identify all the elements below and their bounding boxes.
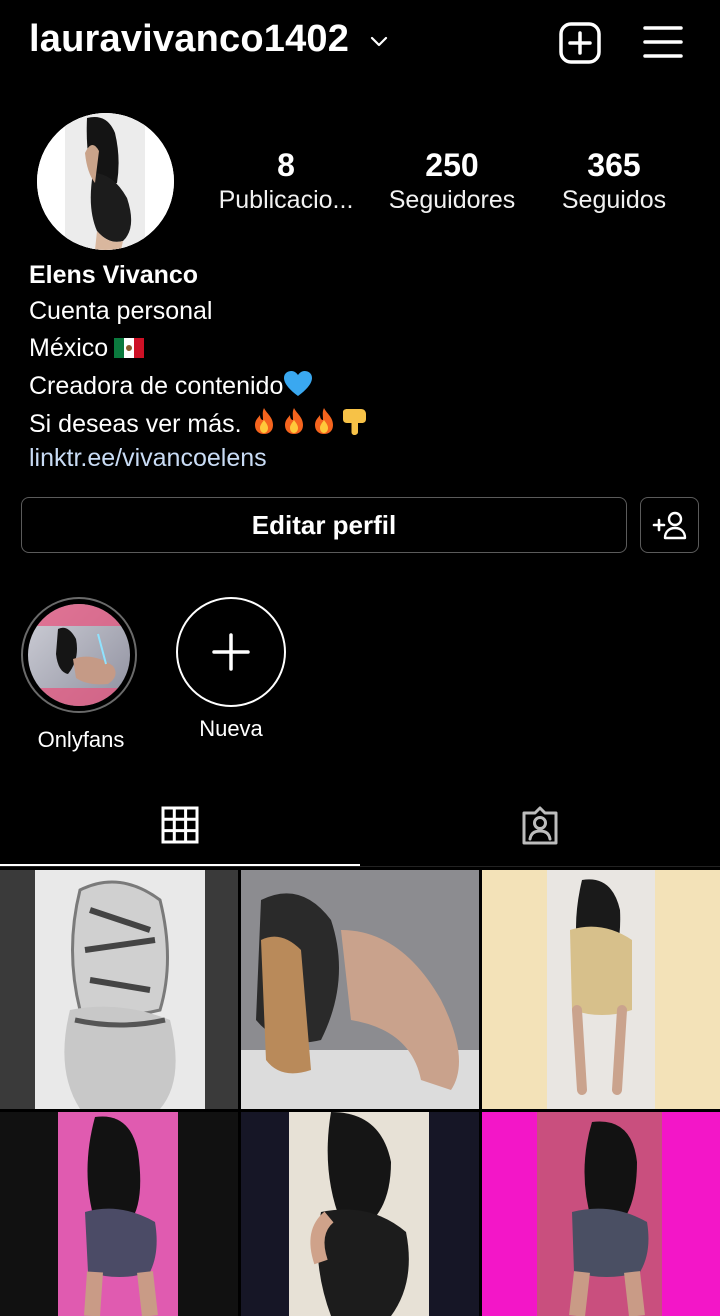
- fire-icon: [254, 408, 273, 434]
- highlight-onlyfans-cover[interactable]: [28, 604, 130, 706]
- mexico-flag-icon: [114, 338, 145, 358]
- edit-profile-button[interactable]: Editar perfil: [21, 497, 627, 553]
- post-thumbnail[interactable]: [241, 870, 479, 1109]
- bio-line-creator-text: Creadora de contenido: [29, 372, 284, 400]
- bio-line-creator: Creadora de contenido: [29, 370, 313, 401]
- followers-count: 250: [425, 147, 479, 183]
- grid-icon[interactable]: [161, 806, 199, 844]
- add-person-icon: [652, 511, 686, 540]
- new-post-icon[interactable]: [557, 20, 603, 66]
- posts-label: Publicacio...: [218, 186, 354, 214]
- bio-link[interactable]: linktr.ee/vivancoelens: [29, 443, 267, 473]
- pointing-down-icon: [342, 409, 366, 435]
- followers-stat[interactable]: 250 Seguidores: [378, 146, 526, 216]
- chevron-down-icon[interactable]: [368, 30, 390, 52]
- tagged-person-icon[interactable]: [520, 806, 560, 846]
- fire-icon: [284, 408, 303, 434]
- followers-label: Seguidores: [388, 186, 516, 214]
- profile-display-name: Elens Vivanco: [29, 261, 199, 289]
- menu-icon[interactable]: [641, 22, 685, 62]
- post-thumbnail[interactable]: [0, 1112, 238, 1316]
- following-label: Seguidos: [561, 186, 667, 214]
- new-highlight-button[interactable]: [176, 597, 286, 707]
- plus-icon: [212, 633, 250, 671]
- discover-people-button[interactable]: [640, 497, 699, 553]
- following-stat[interactable]: 365 Seguidos: [545, 146, 683, 216]
- profile-category: Cuenta personal: [29, 297, 213, 325]
- profile-username[interactable]: lauravivanco1402: [29, 18, 349, 61]
- bio-line-more: Si deseas ver más.: [29, 406, 369, 439]
- fire-icon: [314, 408, 333, 434]
- post-thumbnail[interactable]: [482, 870, 720, 1109]
- post-thumbnail[interactable]: [241, 1112, 479, 1316]
- posts-count: 8: [277, 147, 295, 183]
- following-count: 365: [587, 147, 641, 183]
- bio-location-text: México: [29, 334, 109, 362]
- post-thumbnail[interactable]: [0, 870, 238, 1109]
- posts-stat[interactable]: 8 Publicacio...: [210, 146, 362, 216]
- bio-line-more-text: Si deseas ver más.: [29, 410, 242, 438]
- bio-location: México: [29, 333, 145, 363]
- tab-divider: [0, 866, 720, 867]
- highlight-onlyfans-label: Onlyfans: [37, 727, 125, 752]
- new-highlight-label: Nueva: [199, 716, 263, 741]
- blue-heart-icon: [284, 371, 313, 396]
- post-thumbnail[interactable]: [482, 1112, 720, 1316]
- profile-avatar[interactable]: [37, 113, 174, 250]
